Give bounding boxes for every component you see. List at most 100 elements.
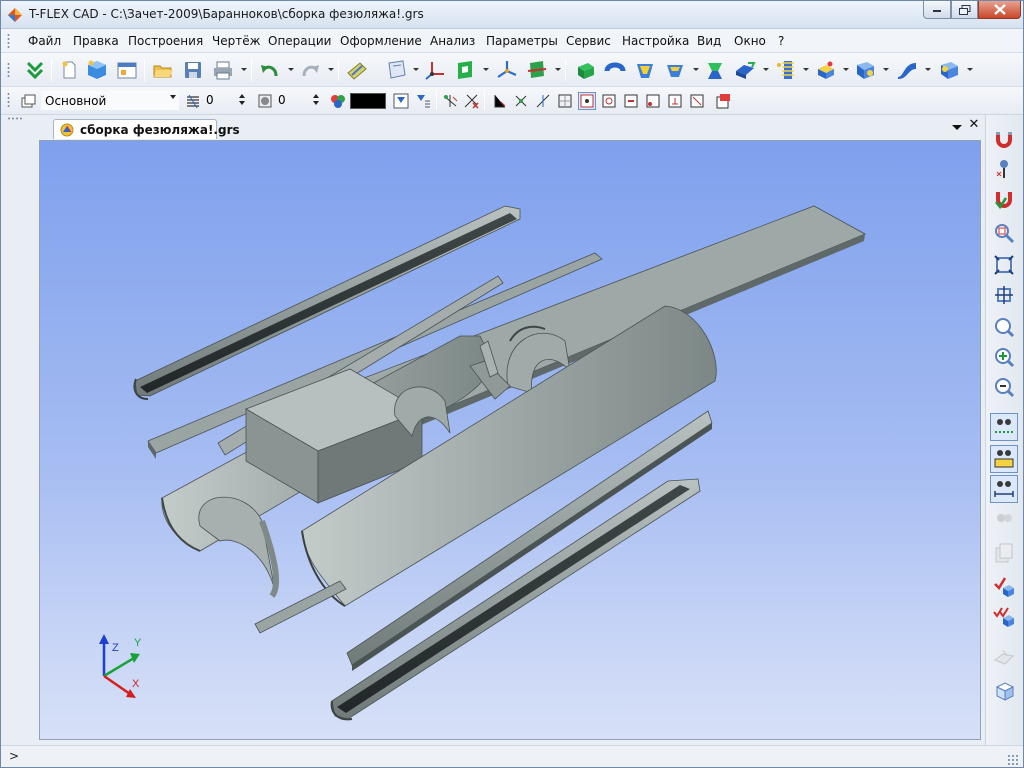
boolean-button[interactable] <box>703 58 727 82</box>
snap-tool-1[interactable] <box>490 92 508 110</box>
layer-dropdown-arrow[interactable] <box>170 95 176 99</box>
assembly-scene[interactable]: Z Y X <box>40 141 981 740</box>
loft-button[interactable] <box>633 58 657 82</box>
menu-view[interactable]: Вид <box>697 34 721 48</box>
color-palette-icon[interactable] <box>330 93 346 109</box>
menu-analysis[interactable]: Анализ <box>430 34 475 48</box>
toolbar-expand-button[interactable] <box>23 58 47 82</box>
zoom-previous-button[interactable] <box>990 373 1018 401</box>
toolbar-grip[interactable] <box>7 92 10 108</box>
document-grip[interactable] <box>7 117 23 120</box>
redo-dropdown-arrow[interactable] <box>328 68 334 71</box>
copy-button[interactable] <box>990 539 1018 567</box>
new-3d-model-button[interactable] <box>85 58 109 82</box>
long-rod-lower[interactable] <box>254 580 347 634</box>
spring-button[interactable] <box>773 58 797 82</box>
snap-tool-9[interactable] <box>666 92 684 110</box>
snap-tool-10[interactable] <box>688 92 706 110</box>
profile-button[interactable] <box>453 58 477 82</box>
view-mode-3-button[interactable] <box>990 475 1018 503</box>
zoom-fit-button[interactable] <box>990 281 1018 309</box>
layer-select[interactable]: Основной <box>41 91 179 110</box>
body-settings-button[interactable] <box>937 58 961 82</box>
check-intersection-button[interactable] <box>990 603 1018 631</box>
menu-window[interactable]: Окно <box>734 34 766 48</box>
close-button[interactable] <box>978 1 1021 19</box>
menu-operations[interactable]: Операции <box>268 34 331 48</box>
menu-decoration[interactable]: Оформление <box>340 34 422 48</box>
filter-button-2[interactable] <box>414 92 432 110</box>
menu-parameters[interactable]: Параметры <box>486 34 558 48</box>
level-spinner[interactable] <box>238 92 246 108</box>
undo-button[interactable] <box>258 58 282 82</box>
menu-construct[interactable]: Построения <box>128 34 203 48</box>
extrude-button[interactable] <box>573 58 597 82</box>
edit-element-button[interactable] <box>345 58 369 82</box>
menu-settings[interactable]: Настройка <box>622 34 689 48</box>
workplane-dropdown-arrow[interactable] <box>413 68 419 71</box>
magnet-snap-button[interactable] <box>990 125 1018 153</box>
new-document-button[interactable] <box>57 58 81 82</box>
surface-dropdown-arrow[interactable] <box>925 68 931 71</box>
open-button[interactable] <box>151 58 175 82</box>
title-bar[interactable]: T-FLEX CAD - C:\Зачет-2009\Баранноков\сб… <box>1 1 1023 29</box>
coordinate-system-button[interactable] <box>423 58 447 82</box>
zoom-window-button[interactable] <box>990 219 1018 247</box>
menu-drawing[interactable]: Чертёж <box>212 34 260 48</box>
priority-value[interactable]: 0 <box>278 93 286 107</box>
document-close-button[interactable]: ✕ <box>967 118 981 132</box>
snap-all-button[interactable] <box>714 92 732 110</box>
view-mode-2-button[interactable] <box>990 445 1018 473</box>
check-body-button[interactable] <box>990 573 1018 601</box>
menu-file[interactable]: Файл <box>28 34 61 48</box>
shell-dropdown-arrow[interactable] <box>693 68 699 71</box>
level-value[interactable]: 0 <box>206 93 214 107</box>
pin-button[interactable] <box>990 155 1018 183</box>
snap-tool-6[interactable] <box>600 92 618 110</box>
command-prompt[interactable]: > <box>9 749 19 763</box>
section-dropdown-arrow[interactable] <box>555 68 561 71</box>
body-settings-dropdown-arrow[interactable] <box>967 68 973 71</box>
menu-service[interactable]: Сервис <box>566 34 611 48</box>
undo-dropdown-arrow[interactable] <box>288 68 294 71</box>
array-button[interactable] <box>813 58 837 82</box>
color-swatch[interactable] <box>350 93 386 109</box>
new-window-button[interactable] <box>115 58 139 82</box>
array-dropdown-arrow[interactable] <box>843 68 849 71</box>
print-button[interactable] <box>211 58 235 82</box>
print-dropdown-arrow[interactable] <box>241 68 247 71</box>
blend-button[interactable] <box>853 58 877 82</box>
maximize-button[interactable] <box>951 1 978 19</box>
view-mode-1-button[interactable] <box>990 413 1018 441</box>
document-list-dropdown[interactable] <box>951 121 963 133</box>
minimize-button[interactable] <box>923 1 951 19</box>
snap-tool-2[interactable] <box>512 92 530 110</box>
section-button[interactable] <box>525 58 549 82</box>
workplane-button[interactable] <box>385 58 409 82</box>
menu-edit[interactable]: Правка <box>73 34 119 48</box>
save-button[interactable] <box>181 58 205 82</box>
select-tool-2[interactable] <box>462 92 480 110</box>
redo-button[interactable] <box>298 58 322 82</box>
spring-dropdown-arrow[interactable] <box>803 68 809 71</box>
profile-dropdown-arrow[interactable] <box>483 68 489 71</box>
box-view-button[interactable] <box>990 677 1018 705</box>
view-mode-4-button[interactable] <box>990 505 1018 533</box>
zoom-pan-button[interactable] <box>990 343 1018 371</box>
document-tab[interactable]: сборка фезюляжа!.grs <box>53 119 240 139</box>
snap-tool-3[interactable] <box>534 92 552 110</box>
smooth-dropdown-arrow[interactable] <box>763 68 769 71</box>
rotate-button[interactable] <box>603 58 627 82</box>
select-tool-1[interactable] <box>441 92 459 110</box>
toolbar-grip[interactable] <box>7 62 10 78</box>
shell-button[interactable] <box>663 58 687 82</box>
menu-help[interactable]: ? <box>778 34 784 48</box>
zoom-page-button[interactable] <box>990 313 1018 341</box>
menubar-grip[interactable] <box>7 33 10 49</box>
zoom-all-button[interactable] <box>990 251 1018 279</box>
snap-tool-4[interactable] <box>556 92 574 110</box>
magnet-check-button[interactable] <box>990 185 1018 213</box>
snap-tool-7[interactable] <box>622 92 640 110</box>
smooth-button[interactable] <box>733 58 757 82</box>
plane-button[interactable] <box>990 643 1018 671</box>
